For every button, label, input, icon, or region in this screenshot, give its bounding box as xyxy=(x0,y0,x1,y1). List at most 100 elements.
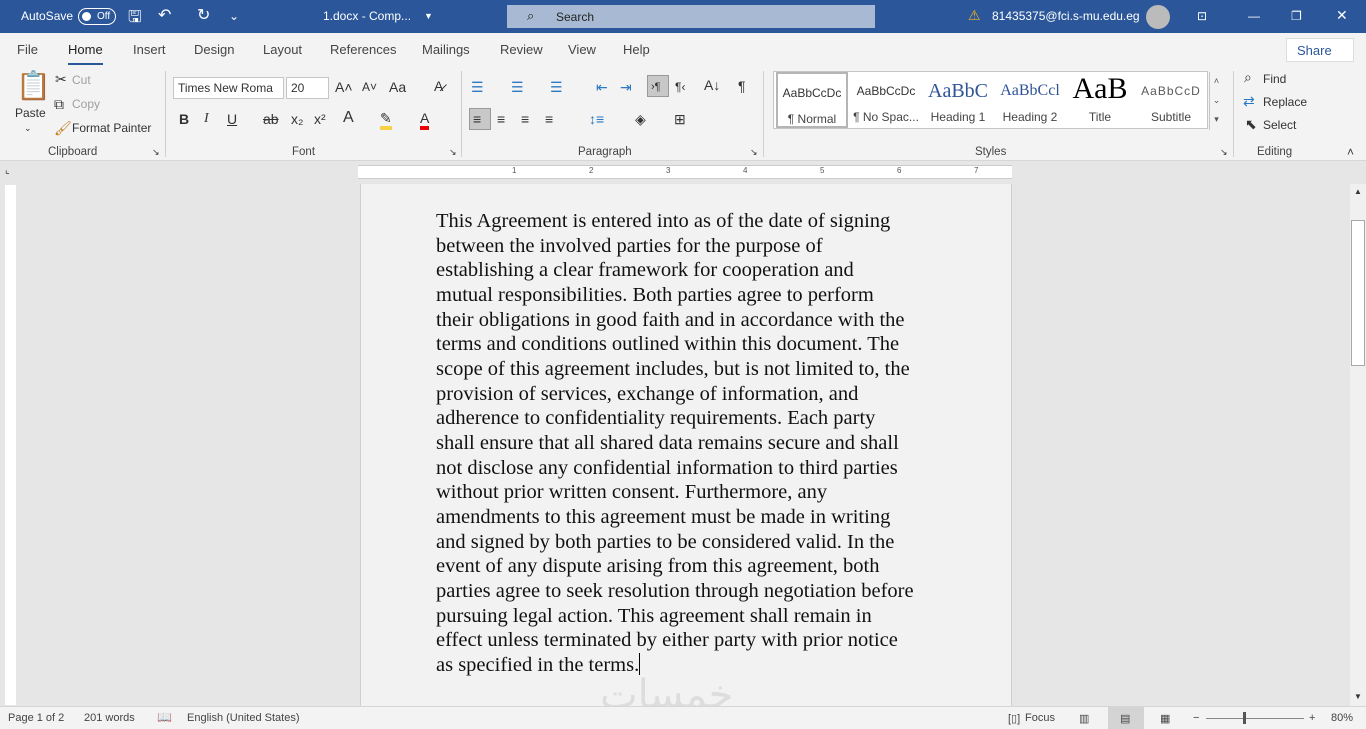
bold-icon[interactable]: B xyxy=(179,111,189,127)
document-title[interactable]: 1.docx - Comp... xyxy=(323,9,411,23)
select-button[interactable]: Select xyxy=(1263,118,1296,132)
document-line[interactable]: mutual responsibilities. Both parties ag… xyxy=(436,283,914,308)
find-button[interactable]: Find xyxy=(1263,72,1286,86)
paste-chevron-icon[interactable]: ⌄ xyxy=(24,123,32,134)
document-line[interactable]: pursuing legal action. This agreement sh… xyxy=(436,604,914,629)
document-line[interactable]: effect unless terminated by either party… xyxy=(436,628,914,653)
document-body[interactable]: This Agreement is entered into as of the… xyxy=(436,209,914,677)
decrease-indent-icon[interactable]: ⇤ xyxy=(596,79,608,95)
tab-view[interactable]: View xyxy=(568,42,596,57)
rtl-direction-icon[interactable]: ¶‹ xyxy=(675,79,685,95)
focus-button[interactable]: Focus xyxy=(1025,712,1055,724)
paste-button[interactable]: Paste xyxy=(15,106,46,120)
document-line[interactable]: their obligations in good faith and in a… xyxy=(436,308,914,333)
document-line[interactable]: adherence to confidentiality requirement… xyxy=(436,406,914,431)
font-launcher-icon[interactable]: ↘ xyxy=(449,147,457,158)
superscript-icon[interactable]: x² xyxy=(314,111,326,127)
document-line[interactable]: establishing a clear framework for coope… xyxy=(436,258,914,283)
collapse-ribbon-icon[interactable]: ˄ xyxy=(1347,145,1354,159)
style-heading-1[interactable]: AaBbC Heading 1 xyxy=(922,72,994,128)
document-line[interactable]: shall ensure that all shared data remain… xyxy=(436,431,914,456)
document-line[interactable]: between the involved parties for the pur… xyxy=(436,234,914,259)
tab-file[interactable]: File xyxy=(17,42,38,57)
autosave-toggle[interactable]: Off xyxy=(78,8,116,25)
style-title[interactable]: AaB Title xyxy=(1064,72,1136,128)
sort-icon[interactable]: A↓ xyxy=(704,77,720,93)
document-line[interactable]: provision of services, exchange of infor… xyxy=(436,382,914,407)
customize-toolbar-icon[interactable]: ⌄ xyxy=(229,9,239,23)
bullets-icon[interactable]: ☰ xyxy=(471,79,484,95)
copy-button[interactable]: Copy xyxy=(72,97,100,111)
document-line[interactable]: terms and conditions outlined within thi… xyxy=(436,332,914,357)
style-normal[interactable]: AaBbCcDc ¶ Normal xyxy=(776,72,848,128)
document-line[interactable]: event of any dispute arising from this a… xyxy=(436,554,914,579)
document-line[interactable]: amendments to this agreement must be mad… xyxy=(436,505,914,530)
italic-icon[interactable]: I xyxy=(204,111,209,127)
show-formatting-icon[interactable]: ¶ xyxy=(738,78,746,94)
align-center-icon[interactable]: ≡ xyxy=(497,111,505,127)
numbering-icon[interactable]: ☰ xyxy=(511,79,524,95)
minimize-icon[interactable]: — xyxy=(1248,9,1260,23)
text-effects-icon[interactable]: A xyxy=(343,110,354,126)
zoom-level[interactable]: 80% xyxy=(1331,712,1353,724)
grow-font-icon[interactable]: A˄ xyxy=(335,79,353,95)
tab-selector-icon[interactable]: ⌞ xyxy=(5,165,10,176)
ribbon-display-icon[interactable]: ⊡ xyxy=(1197,9,1207,23)
change-case-button[interactable]: Aa xyxy=(389,79,406,95)
style-no-spacing[interactable]: AaBbCcDc ¶ No Spac... xyxy=(850,72,922,128)
search-box[interactable]: ⌕ Search xyxy=(507,5,875,28)
proofing-icon[interactable]: 📖 xyxy=(157,710,172,724)
align-right-icon[interactable]: ≡ xyxy=(521,111,529,127)
replace-button[interactable]: Replace xyxy=(1263,95,1307,109)
document-line[interactable]: This Agreement is entered into as of the… xyxy=(436,209,914,234)
strikethrough-icon[interactable]: ab xyxy=(263,111,279,127)
account-email[interactable]: 81435375@fci.s-mu.edu.eg xyxy=(992,9,1140,23)
subscript-icon[interactable]: x₂ xyxy=(291,111,303,127)
line-spacing-icon[interactable]: ↕≡ xyxy=(589,111,604,127)
horizontal-ruler[interactable]: 1 2 3 4 5 6 7 xyxy=(358,165,1012,179)
scroll-up-icon[interactable]: ▲ xyxy=(1354,187,1362,196)
clipboard-launcher-icon[interactable]: ↘ xyxy=(152,147,160,158)
read-mode-icon[interactable]: ▥ xyxy=(1079,712,1089,725)
zoom-slider-thumb[interactable] xyxy=(1243,712,1247,724)
web-layout-icon[interactable]: ▦ xyxy=(1160,712,1170,725)
align-left-icon[interactable]: ≡ xyxy=(469,108,491,130)
vertical-ruler[interactable] xyxy=(5,185,16,705)
tab-design[interactable]: Design xyxy=(194,42,234,57)
document-line[interactable]: scope of this agreement includes, but is… xyxy=(436,357,914,382)
tab-insert[interactable]: Insert xyxy=(133,42,166,57)
paragraph-launcher-icon[interactable]: ↘ xyxy=(750,147,758,158)
title-chevron-icon[interactable]: ▼ xyxy=(424,11,433,21)
font-color-icon[interactable]: A xyxy=(420,110,430,130)
highlight-icon[interactable]: ✎ xyxy=(380,110,392,130)
tab-references[interactable]: References xyxy=(330,42,396,57)
increase-indent-icon[interactable]: ⇥ xyxy=(620,79,632,95)
borders-icon[interactable]: ⊞ xyxy=(674,111,686,127)
font-name-input[interactable]: Times New Roma xyxy=(173,77,284,99)
restore-icon[interactable]: ❐ xyxy=(1291,9,1302,23)
styles-scroll-icon[interactable]: ˄ ⌄ ▾ xyxy=(1209,72,1223,130)
style-heading-2[interactable]: AaBbCcl Heading 2 xyxy=(994,72,1066,128)
paste-icon[interactable]: 📋 xyxy=(16,71,51,101)
tab-layout[interactable]: Layout xyxy=(263,42,302,57)
document-line[interactable]: parties agree to seek resolution through… xyxy=(436,579,914,604)
print-layout-button[interactable]: ▤ xyxy=(1108,707,1144,729)
undo-icon[interactable]: ↶ xyxy=(158,5,171,25)
zoom-in-icon[interactable]: + xyxy=(1309,712,1315,724)
tab-review[interactable]: Review xyxy=(500,42,543,57)
word-count[interactable]: 201 words xyxy=(84,712,135,724)
scroll-down-icon[interactable]: ▼ xyxy=(1354,692,1362,701)
language[interactable]: English (United States) xyxy=(187,712,300,724)
cut-button[interactable]: Cut xyxy=(72,73,91,87)
styles-launcher-icon[interactable]: ↘ xyxy=(1220,147,1228,158)
shrink-font-icon[interactable]: A˅ xyxy=(362,79,377,95)
format-painter-button[interactable]: Format Painter xyxy=(72,121,151,135)
font-size-input[interactable]: 20 xyxy=(286,77,329,99)
document-line[interactable]: not disclose any confidential informatio… xyxy=(436,456,914,481)
multilevel-list-icon[interactable]: ☰ xyxy=(550,79,563,95)
zoom-out-icon[interactable]: − xyxy=(1193,712,1199,724)
share-button[interactable]: Share xyxy=(1286,38,1354,62)
close-icon[interactable]: ✕ xyxy=(1336,7,1348,24)
avatar[interactable] xyxy=(1146,5,1170,29)
shading-icon[interactable]: ◈ xyxy=(635,111,646,127)
